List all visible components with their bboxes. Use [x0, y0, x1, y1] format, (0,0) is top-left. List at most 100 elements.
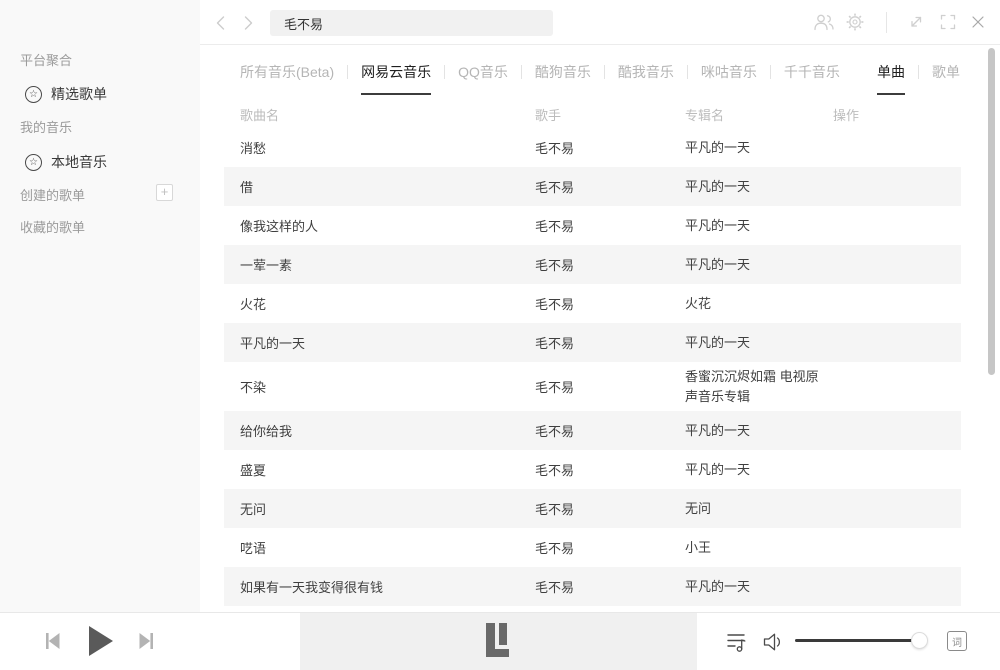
tab-migu[interactable]: 咪咕音乐 [701, 62, 757, 93]
tab-playlists[interactable]: 歌单 [932, 62, 960, 93]
tab-separator [347, 65, 348, 79]
table-row[interactable]: 给你给我 毛不易 平凡的一天 [224, 411, 961, 450]
back-icon[interactable] [215, 15, 227, 31]
artist-name: 毛不易 [535, 499, 685, 518]
artist-name: 毛不易 [535, 460, 685, 479]
sidebar: 平台聚合 ☆ 精选歌单 我的音乐 ☆ 本地音乐 创建的歌单 + 收藏的歌单 [0, 0, 200, 612]
tab-qq-music[interactable]: QQ音乐 [458, 62, 508, 93]
tab-all-music[interactable]: 所有音乐(Beta) [240, 62, 334, 93]
song-name: 呓语 [224, 538, 535, 557]
play-icon[interactable] [87, 626, 114, 656]
search-input[interactable] [270, 10, 553, 36]
table-row[interactable]: 火花 毛不易 火花 [224, 284, 961, 323]
listen1-logo [486, 623, 509, 657]
sidebar-section-favorited-playlists: 收藏的歌单 [20, 217, 85, 236]
song-name: 不染 [224, 377, 535, 396]
album-name: 平凡的一天 [685, 133, 833, 163]
artist-name: 毛不易 [535, 177, 685, 196]
table-row[interactable]: 不染 毛不易 香蜜沉沉烬如霜 电视原声音乐专辑 [224, 362, 961, 411]
forward-icon[interactable] [243, 15, 255, 31]
add-playlist-button[interactable]: + [156, 184, 173, 201]
song-name: 像我这样的人 [224, 216, 535, 235]
song-name: 借 [224, 177, 535, 196]
album-name: 平凡的一天 [685, 416, 833, 446]
album-name: 香蜜沉沉烬如霜 电视原声音乐专辑 [685, 362, 833, 411]
song-name: 盛夏 [224, 460, 535, 479]
next-track-icon[interactable] [138, 632, 155, 650]
search-tabs: 所有音乐(Beta) 网易云音乐 QQ音乐 酷狗音乐 酷我音乐 咪咕音乐 千千音… [240, 62, 960, 95]
song-name: 一荤一素 [224, 255, 535, 274]
mini-mode-icon[interactable] [908, 14, 924, 35]
album-name: 平凡的一天 [685, 250, 833, 280]
volume-slider-track[interactable] [795, 639, 921, 642]
artist-name: 毛不易 [535, 538, 685, 557]
volume-speaker-icon[interactable] [763, 633, 784, 651]
top-bar [200, 0, 1000, 45]
artist-name: 毛不易 [535, 138, 685, 157]
sidebar-item-local-music[interactable]: ☆ 本地音乐 [25, 152, 107, 172]
table-row[interactable]: 像我这样的人 毛不易 平凡的一天 [224, 206, 961, 245]
tab-netease[interactable]: 网易云音乐 [361, 62, 431, 95]
song-name: 消愁 [224, 138, 535, 157]
album-name: 小王 [685, 533, 833, 563]
album-name: 平凡的一天 [685, 211, 833, 241]
star-circle-icon: ☆ [25, 154, 42, 171]
song-name: 平凡的一天 [224, 333, 535, 352]
artist-name: 毛不易 [535, 255, 685, 274]
column-header-album: 专辑名 [685, 105, 833, 124]
sidebar-section-platform: 平台聚合 [20, 50, 72, 69]
table-row[interactable]: 消愁 毛不易 平凡的一天 [224, 128, 961, 167]
album-name: 平凡的一天 [685, 455, 833, 485]
player-bar: 词 [0, 612, 1000, 670]
player-center-panel [300, 613, 697, 670]
table-row[interactable]: 借 毛不易 平凡的一天 [224, 167, 961, 206]
artist-name: 毛不易 [535, 377, 685, 396]
table-row[interactable]: 呓语 毛不易 小王 [224, 528, 961, 567]
table-row[interactable]: 无问 毛不易 无问 [224, 489, 961, 528]
my-account-icon[interactable] [814, 13, 834, 37]
table-row[interactable]: 盛夏 毛不易 平凡的一天 [224, 450, 961, 489]
album-name: 平凡的一天 [685, 328, 833, 358]
star-circle-icon: ☆ [25, 86, 42, 103]
album-name: 平凡的一天 [685, 172, 833, 202]
song-name: 如果有一天我变得很有钱 [224, 577, 535, 596]
volume-slider-knob[interactable] [911, 632, 928, 649]
tab-separator [687, 65, 688, 79]
sidebar-item-featured-playlists[interactable]: ☆ 精选歌单 [25, 84, 107, 104]
result-type-tabs: 单曲 歌单 [877, 62, 960, 95]
sidebar-section-created-playlists: 创建的歌单 [20, 185, 85, 204]
table-row[interactable]: 如果有一天我变得很有钱 毛不易 平凡的一天 [224, 567, 961, 606]
column-header-ops: 操作 [833, 105, 961, 124]
scrollbar-thumb[interactable] [988, 48, 995, 375]
song-name: 给你给我 [224, 421, 535, 440]
album-name: 火花 [685, 289, 833, 319]
song-name: 火花 [224, 294, 535, 313]
tab-separator [770, 65, 771, 79]
now-playing-list-icon[interactable] [727, 631, 747, 653]
close-icon[interactable] [970, 14, 986, 35]
tab-kugou[interactable]: 酷狗音乐 [535, 62, 591, 93]
maximize-icon[interactable] [940, 14, 956, 35]
table-row[interactable]: 一荤一素 毛不易 平凡的一天 [224, 245, 961, 284]
song-name: 无问 [224, 499, 535, 518]
table-row[interactable]: 平凡的一天 毛不易 平凡的一天 [224, 323, 961, 362]
search-results-table: 歌曲名 歌手 专辑名 操作 消愁 毛不易 平凡的一天 借 毛不易 平凡的一天 像… [224, 100, 961, 612]
column-header-artist: 歌手 [535, 105, 685, 124]
tab-qianqian[interactable]: 千千音乐 [784, 62, 840, 93]
album-name: 平凡的一天 [685, 572, 833, 602]
topbar-divider [886, 12, 887, 33]
artist-name: 毛不易 [535, 577, 685, 596]
previous-track-icon[interactable] [44, 632, 61, 650]
tab-singles[interactable]: 单曲 [877, 62, 905, 95]
artist-name: 毛不易 [535, 333, 685, 352]
lyrics-toggle-button[interactable]: 词 [947, 631, 967, 651]
artist-name: 毛不易 [535, 294, 685, 313]
column-header-song: 歌曲名 [224, 105, 535, 124]
tab-separator [918, 65, 919, 79]
artist-name: 毛不易 [535, 421, 685, 440]
tab-separator [521, 65, 522, 79]
sidebar-section-my-music: 我的音乐 [20, 117, 72, 136]
tab-kuwo[interactable]: 酷我音乐 [618, 62, 674, 93]
sidebar-item-label: 精选歌单 [51, 84, 107, 104]
settings-gear-icon[interactable] [846, 13, 864, 36]
